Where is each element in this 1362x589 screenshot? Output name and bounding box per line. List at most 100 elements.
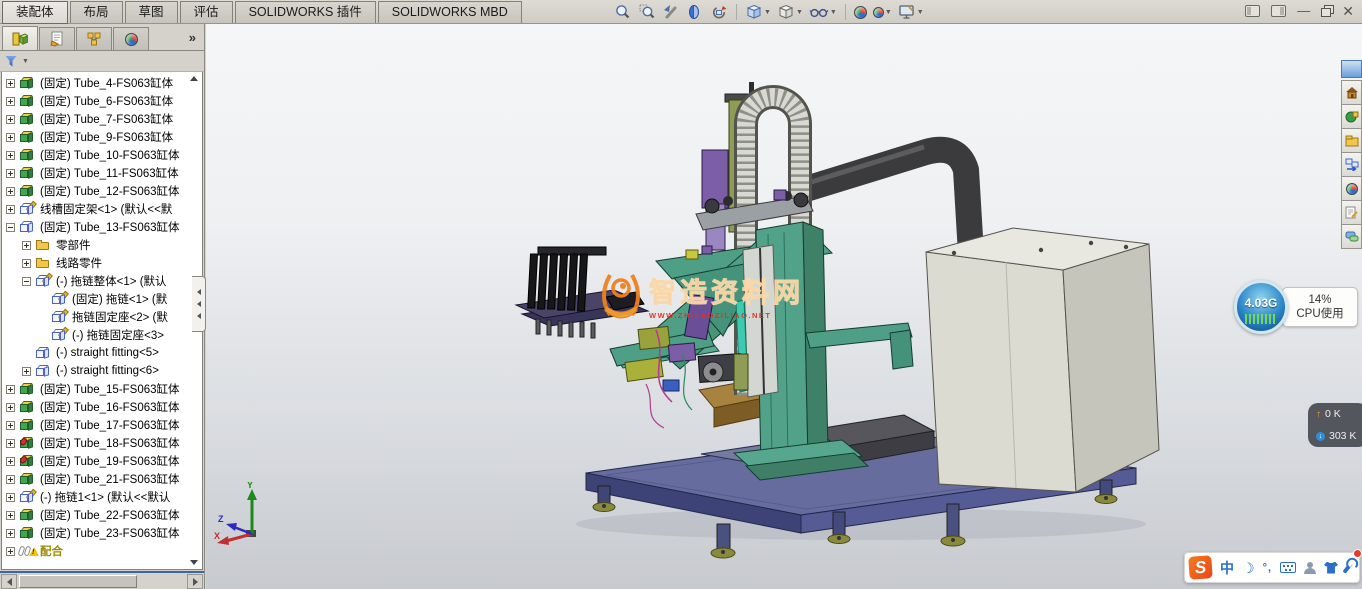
tree-item[interactable]: (-) 拖链固定座<3> <box>2 326 202 344</box>
expand-toggle[interactable] <box>6 169 15 178</box>
tree-item[interactable]: (固定) Tube_6-FS063缸体 <box>2 92 202 110</box>
expand-toggle[interactable] <box>6 133 15 142</box>
moon-icon[interactable]: ☽ <box>1242 561 1255 575</box>
tree-item[interactable]: (固定) Tube_15-FS063缸体 <box>2 380 202 398</box>
tree-item[interactable]: (-) straight fitting<5> <box>2 344 202 362</box>
tree-item[interactable]: 拖链固定座<2> (默 <box>2 308 202 326</box>
expand-toggle[interactable] <box>6 547 15 556</box>
ribbon-tab[interactable]: 装配体 <box>2 1 68 24</box>
ime-mode-toggle[interactable]: 中 <box>1220 558 1234 578</box>
filter-funnel-icon[interactable] <box>5 56 17 67</box>
tab-propertymanager[interactable] <box>39 27 75 50</box>
expand-toggle[interactable] <box>22 277 31 286</box>
expand-toggle[interactable] <box>6 529 15 538</box>
tab-displaymanager[interactable] <box>113 27 149 50</box>
rotate-view-button[interactable] <box>708 2 730 22</box>
expand-toggle[interactable] <box>6 475 15 484</box>
ime-logo[interactable]: S <box>1188 555 1213 580</box>
dock-right-icon[interactable] <box>1271 5 1286 17</box>
tree-item[interactable]: (固定) Tube_4-FS063缸体 <box>2 74 202 92</box>
tab-home[interactable] <box>1341 80 1362 105</box>
ribbon-tab[interactable]: 布局 <box>70 1 123 23</box>
network-speed-widget[interactable]: ↑ 0 K ↓ 303 K <box>1308 403 1362 447</box>
expand-toggle[interactable] <box>6 493 15 502</box>
tree-item[interactable]: (固定) Tube_12-FS063缸体 <box>2 182 202 200</box>
section-view-button[interactable] <box>684 2 706 22</box>
expand-toggle[interactable] <box>6 187 15 196</box>
tree-item[interactable]: (固定) Tube_10-FS063缸体 <box>2 146 202 164</box>
tree-item[interactable]: 线路零件 <box>2 254 202 272</box>
tab-configurationmanager[interactable] <box>76 27 112 50</box>
keyboard-icon[interactable] <box>1280 562 1296 573</box>
expand-toggle[interactable] <box>6 223 15 232</box>
expand-toggle[interactable] <box>6 115 15 124</box>
expand-toggle[interactable] <box>6 205 15 214</box>
scroll-right-arrow[interactable] <box>187 574 203 589</box>
minimize-button[interactable]: — <box>1297 3 1310 19</box>
zoom-to-area-button[interactable] <box>636 2 658 22</box>
panel-splitter[interactable] <box>192 276 206 332</box>
tab-forum[interactable] <box>1341 224 1362 249</box>
tree-item[interactable]: (固定) Tube_23-FS063缸体 <box>2 524 202 542</box>
tree-scroll-up[interactable] <box>190 76 198 81</box>
expand-toggle[interactable] <box>6 79 15 88</box>
wrench-icon[interactable] <box>1342 561 1353 574</box>
view-settings-button[interactable]: ▼ <box>896 2 926 22</box>
tree-item[interactable]: (-) 拖链整体<1> (默认 <box>2 272 202 290</box>
tree-item[interactable]: 零部件 <box>2 236 202 254</box>
chevron-down-icon[interactable]: ▼ <box>22 58 29 65</box>
ribbon-tab[interactable]: SOLIDWORKS 插件 <box>235 1 376 23</box>
expand-toggle[interactable] <box>6 151 15 160</box>
expand-toggle[interactable] <box>22 367 31 376</box>
manager-tabs-overflow[interactable]: » <box>189 30 196 45</box>
tree-scroll-down[interactable] <box>190 560 198 565</box>
graphics-viewport[interactable]: 智造资料网 WWW.ZHIZAOZILIAO.NET Y Z X <box>206 24 1362 589</box>
tree-item[interactable]: (固定) Tube_13-FS063缸体 <box>2 218 202 236</box>
expand-toggle[interactable] <box>6 403 15 412</box>
tab-solidworks-resources[interactable] <box>1341 104 1362 129</box>
expand-toggle[interactable] <box>6 457 15 466</box>
account-icon[interactable] <box>1304 562 1316 574</box>
tab-file-explorer[interactable] <box>1341 152 1362 177</box>
punctuation-toggle[interactable]: °, <box>1263 562 1272 574</box>
ime-toolbar[interactable]: S 中 ☽ °, <box>1184 552 1360 583</box>
tree-horizontal-scrollbar[interactable] <box>0 571 204 589</box>
expand-toggle[interactable] <box>6 511 15 520</box>
tab-design-library[interactable] <box>1341 128 1362 153</box>
tree-item[interactable]: (固定) Tube_18-FS063缸体 <box>2 434 202 452</box>
hide-show-items-button[interactable]: ▼ <box>807 2 839 22</box>
tree-item[interactable]: (固定) Tube_11-FS063缸体 <box>2 164 202 182</box>
tree-item[interactable]: 线槽固定架<1> (默认<<默 <box>2 200 202 218</box>
tree-item[interactable]: (固定) Tube_22-FS063缸体 <box>2 506 202 524</box>
tree-item[interactable]: (固定) 拖链<1> (默 <box>2 290 202 308</box>
tree-item[interactable]: (固定) Tube_16-FS063缸体 <box>2 398 202 416</box>
tree-item[interactable]: (固定) Tube_19-FS063缸体 <box>2 452 202 470</box>
tree-item[interactable]: 配合 <box>2 542 202 560</box>
tab-featuremanager[interactable] <box>2 26 38 50</box>
expand-toggle[interactable] <box>6 385 15 394</box>
tree-item[interactable]: (-) straight fitting<6> <box>2 362 202 380</box>
expand-toggle[interactable] <box>6 97 15 106</box>
tree-item[interactable]: (固定) Tube_21-FS063缸体 <box>2 470 202 488</box>
scroll-left-arrow[interactable] <box>1 574 17 589</box>
ribbon-tab[interactable]: SOLIDWORKS MBD <box>378 1 522 23</box>
tree-item[interactable]: (固定) Tube_9-FS063缸体 <box>2 128 202 146</box>
ribbon-tab[interactable]: 评估 <box>180 1 233 23</box>
task-pane-header[interactable] <box>1341 60 1362 78</box>
tree-item[interactable]: (-) 拖链1<1> (默认<<默认 <box>2 488 202 506</box>
scrollbar-thumb[interactable] <box>19 575 137 588</box>
expand-toggle[interactable] <box>6 439 15 448</box>
zoom-previous-button[interactable] <box>660 2 682 22</box>
ribbon-tab[interactable]: 草图 <box>125 1 178 23</box>
display-style-button[interactable]: ▼ <box>775 2 805 22</box>
view-orientation-button[interactable]: ▼ <box>743 2 773 22</box>
expand-toggle[interactable] <box>22 241 31 250</box>
zoom-to-fit-button[interactable] <box>612 2 634 22</box>
cpu-monitor-widget[interactable]: 14% CPU使用 4.03G <box>1234 280 1362 336</box>
tab-custom-properties[interactable] <box>1341 200 1362 225</box>
expand-toggle[interactable] <box>6 421 15 430</box>
dock-left-icon[interactable] <box>1245 5 1260 17</box>
tree-item[interactable]: (固定) Tube_7-FS063缸体 <box>2 110 202 128</box>
tree-item[interactable]: (固定) Tube_17-FS063缸体 <box>2 416 202 434</box>
edit-appearance-button[interactable] <box>852 2 869 22</box>
